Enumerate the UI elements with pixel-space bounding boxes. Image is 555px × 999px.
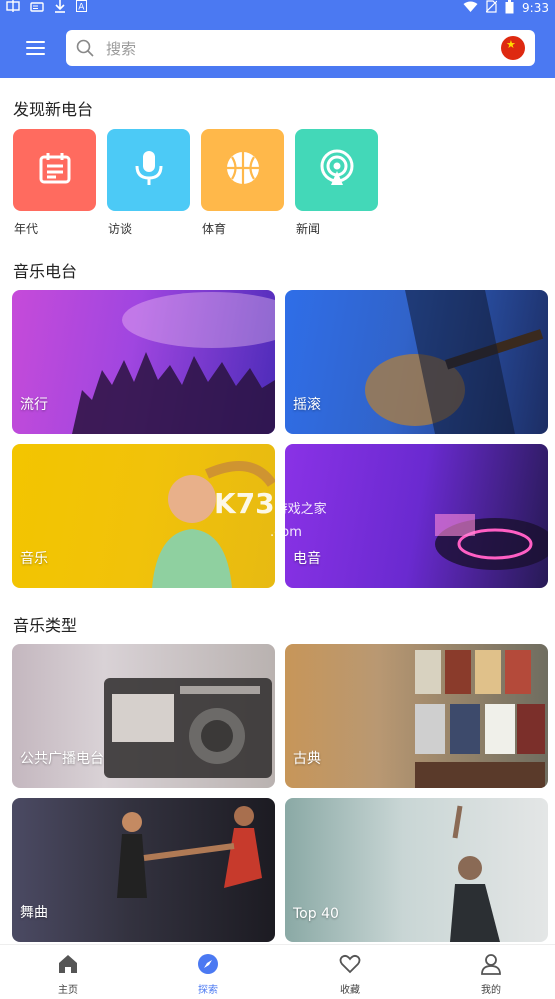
basketball-icon (225, 150, 261, 190)
discover-title: 发现新电台 (13, 100, 94, 119)
bottom-tab-bar: 主页 探索 收藏 我的 (0, 944, 555, 999)
card-dance[interactable]: 舞曲 (12, 798, 275, 942)
card-label: 流行 (20, 397, 48, 413)
tab-explore[interactable]: 探索 (178, 953, 238, 996)
category-label: 体育 (202, 222, 227, 236)
heart-icon (339, 954, 361, 979)
category-era[interactable]: 年代 (13, 129, 96, 236)
category-label: 年代 (14, 222, 39, 236)
search-bar[interactable] (66, 30, 535, 66)
svg-text:A: A (78, 3, 85, 13)
category-tile[interactable] (295, 129, 378, 211)
download-icon (54, 0, 66, 17)
card-label: 舞曲 (20, 905, 48, 921)
china-flag-icon[interactable] (501, 36, 525, 60)
tab-label: 收藏 (340, 985, 360, 996)
tab-label: 我的 (481, 985, 501, 996)
card-public-radio[interactable]: 公共广播电台 (12, 644, 275, 788)
watermark-domain: .com (270, 525, 302, 540)
calendar-icon (38, 151, 72, 189)
tab-home[interactable]: 主页 (38, 953, 98, 996)
category-label: 访谈 (108, 222, 133, 236)
tab-label: 探索 (198, 985, 218, 996)
category-tile[interactable] (201, 129, 284, 211)
records-shelf-image (415, 650, 545, 788)
music-radio-title: 音乐电台 (13, 262, 78, 281)
tab-label: 主页 (58, 985, 78, 996)
microphone-icon (134, 150, 164, 190)
radio-icon (30, 0, 44, 16)
no-sim-icon (485, 0, 498, 16)
status-bar: A 9:33 (0, 0, 555, 16)
category-tile[interactable] (13, 129, 96, 211)
signal-icon (6, 0, 20, 16)
card-label: 音乐 (20, 551, 48, 567)
tab-profile[interactable]: 我的 (461, 953, 521, 996)
category-sports[interactable]: 体育 (201, 129, 284, 236)
home-icon (57, 955, 79, 979)
battery-icon (505, 0, 514, 17)
card-label: Top 40 (293, 906, 339, 922)
compass-icon (197, 954, 219, 979)
card-top40[interactable]: Top 40 (285, 798, 548, 942)
card-classical[interactable]: 古典 (285, 644, 548, 788)
crowd-image (72, 292, 275, 434)
card-label: 摇滚 (293, 397, 321, 413)
card-label: 古典 (293, 751, 321, 767)
card-rock[interactable]: 摇滚 (285, 290, 548, 434)
category-tile[interactable] (107, 129, 190, 211)
tab-favorites[interactable]: 收藏 (320, 953, 380, 996)
user-icon (480, 954, 502, 979)
menu-icon[interactable] (26, 41, 45, 55)
search-icon (76, 39, 94, 57)
wifi-icon (463, 1, 478, 16)
guitar-image (365, 290, 544, 434)
watermark-logo: K73游戏之家 .com (214, 487, 327, 553)
music-genres-title: 音乐类型 (13, 616, 78, 635)
dancers-image (117, 806, 262, 898)
card-pop[interactable]: 流行 (12, 290, 275, 434)
card-label: 公共广播电台 (20, 751, 104, 767)
category-news[interactable]: 新闻 (295, 129, 378, 236)
status-time: 9:33 (522, 1, 549, 15)
watermark-main: K73 (214, 487, 275, 520)
a-icon: A (76, 0, 87, 16)
search-input[interactable] (104, 36, 488, 62)
watermark-sub: 游戏之家 (274, 502, 327, 517)
app-header: A 9:33 (0, 0, 555, 78)
category-label: 新闻 (296, 222, 321, 236)
category-talk[interactable]: 访谈 (107, 129, 190, 236)
broadcast-icon (318, 149, 356, 191)
